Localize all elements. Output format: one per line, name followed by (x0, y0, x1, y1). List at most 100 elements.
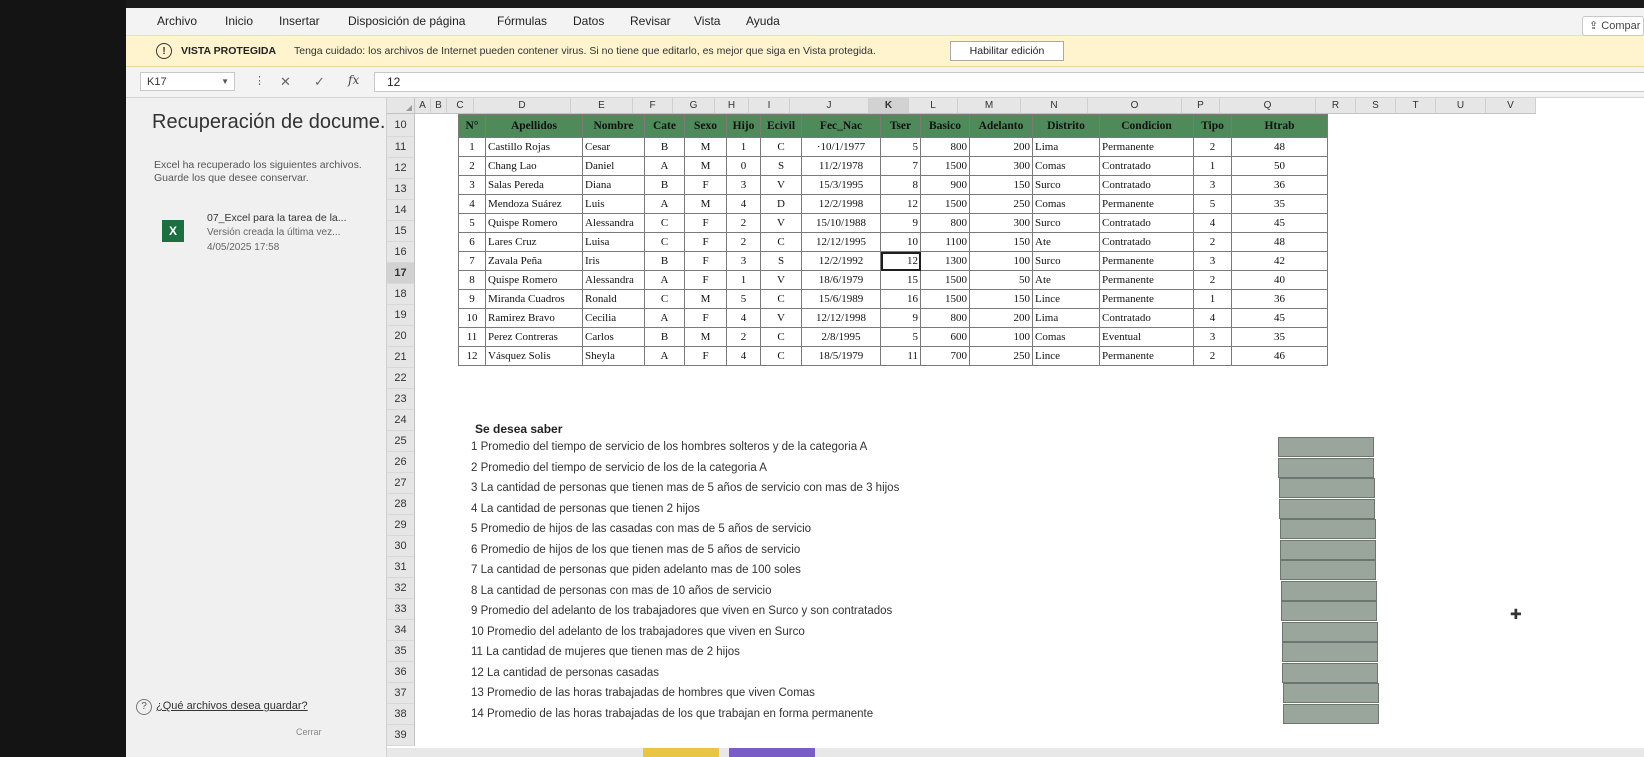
table-cell[interactable]: Salas Pereda (485, 175, 583, 195)
table-cell[interactable]: A (644, 270, 685, 290)
row-header-33[interactable]: 33 (387, 599, 415, 620)
table-header-cell[interactable]: Fec_Nac (801, 114, 881, 138)
table-cell[interactable]: 100 (969, 327, 1033, 347)
table-cell[interactable]: 800 (920, 213, 970, 233)
table-cell[interactable]: Luis (582, 194, 645, 214)
table-cell[interactable]: 2 (726, 232, 761, 252)
row-header-11[interactable]: 11 (387, 137, 415, 158)
column-header-t[interactable]: T (1396, 98, 1436, 114)
table-cell[interactable]: Vásquez Solis (485, 346, 583, 366)
table-cell[interactable]: Permanente (1099, 251, 1194, 271)
table-cell[interactable]: 18/5/1979 (801, 346, 881, 366)
column-header-b[interactable]: B (431, 98, 447, 114)
table-cell[interactable]: Ronald (582, 289, 645, 309)
table-cell[interactable]: F (684, 270, 727, 290)
table-cell[interactable]: F (684, 251, 727, 271)
table-cell[interactable]: 15/6/1989 (801, 289, 881, 309)
more-options-icon[interactable]: ⋮ (254, 74, 265, 87)
table-cell[interactable]: 200 (969, 308, 1033, 328)
select-all-corner[interactable] (387, 98, 415, 114)
tab-formulas[interactable]: Fórmulas (497, 14, 547, 28)
table-cell[interactable]: 9 (880, 308, 921, 328)
answer-cell[interactable] (1278, 437, 1374, 457)
table-cell[interactable]: C (760, 346, 802, 366)
table-cell[interactable]: 1100 (920, 232, 970, 252)
row-header-15[interactable]: 15 (387, 221, 415, 242)
table-cell[interactable]: 700 (920, 346, 970, 366)
table-cell[interactable]: 5 (880, 137, 921, 157)
table-cell[interactable]: Ramirez Bravo (485, 308, 583, 328)
row-header-37[interactable]: 37 (387, 683, 415, 704)
table-cell[interactable]: 900 (920, 175, 970, 195)
table-cell[interactable]: C (644, 232, 685, 252)
table-cell[interactable]: Castillo Rojas (485, 137, 583, 157)
table-cell[interactable]: 11 (458, 327, 486, 347)
table-cell[interactable]: F (684, 346, 727, 366)
table-cell[interactable]: 1500 (920, 289, 970, 309)
table-cell[interactable]: 800 (920, 308, 970, 328)
table-cell[interactable]: Cecilia (582, 308, 645, 328)
table-cell[interactable]: C (644, 213, 685, 233)
tab-vista[interactable]: Vista (694, 14, 720, 28)
table-cell[interactable]: Alessandra (582, 213, 645, 233)
table-cell[interactable]: C (760, 137, 802, 157)
table-header-cell[interactable]: Distrito (1032, 114, 1100, 138)
table-cell[interactable]: 36 (1231, 175, 1328, 195)
table-cell[interactable]: 5 (1193, 194, 1232, 214)
table-cell[interactable]: 45 (1231, 308, 1328, 328)
table-header-cell[interactable]: Condicion (1099, 114, 1194, 138)
table-cell[interactable]: Comas (1032, 194, 1100, 214)
table-cell[interactable]: Luisa (582, 232, 645, 252)
row-header-34[interactable]: 34 (387, 620, 415, 641)
column-header-a[interactable]: A (415, 98, 431, 114)
table-cell[interactable]: Comas (1032, 327, 1100, 347)
tab-ayuda[interactable]: Ayuda (746, 14, 780, 28)
table-cell[interactable]: Lince (1032, 289, 1100, 309)
table-cell[interactable]: 50 (969, 270, 1033, 290)
answer-cell[interactable] (1281, 621, 1378, 642)
table-cell[interactable]: 3 (726, 251, 761, 271)
table-cell[interactable]: 2 (1193, 346, 1232, 366)
table-cell[interactable]: 4 (1193, 213, 1232, 233)
table-cell[interactable]: 8 (880, 175, 921, 195)
table-cell[interactable]: 40 (1231, 270, 1328, 290)
table-cell[interactable]: 9 (458, 289, 486, 309)
column-header-s[interactable]: S (1356, 98, 1396, 114)
table-cell[interactable]: F (684, 175, 727, 195)
tab-disposicion[interactable]: Disposición de página (348, 14, 465, 28)
table-cell[interactable]: 100 (969, 251, 1033, 271)
table-cell[interactable]: Sheyla (582, 346, 645, 366)
column-header-o[interactable]: O (1088, 98, 1182, 114)
table-header-cell[interactable]: Hijo (726, 114, 761, 138)
table-cell[interactable]: 150 (969, 289, 1033, 309)
table-cell[interactable]: 12/12/1995 (801, 232, 881, 252)
table-cell[interactable]: 9 (880, 213, 921, 233)
tab-archivo[interactable]: Archivo (157, 14, 197, 28)
table-cell[interactable]: 600 (920, 327, 970, 347)
enable-editing-button[interactable]: Habilitar edición (950, 41, 1064, 61)
answer-cell[interactable] (1282, 683, 1379, 703)
table-cell[interactable]: 1 (458, 137, 486, 157)
table-cell[interactable]: Daniel (582, 156, 645, 176)
insert-function-icon[interactable]: fx (348, 73, 359, 87)
table-cell[interactable]: 12 (458, 346, 486, 366)
table-cell[interactable]: Contratado (1099, 156, 1194, 176)
table-cell[interactable]: M (684, 156, 727, 176)
table-cell[interactable]: 15 (880, 270, 921, 290)
tab-insertar[interactable]: Insertar (279, 14, 320, 28)
answer-cell[interactable] (1283, 703, 1380, 724)
table-cell[interactable]: 4 (726, 308, 761, 328)
answer-cell[interactable] (1280, 539, 1376, 560)
table-cell[interactable]: D (760, 194, 802, 214)
table-cell[interactable]: C (760, 232, 802, 252)
table-cell[interactable]: 36 (1231, 289, 1328, 309)
table-cell[interactable]: 800 (920, 137, 970, 157)
table-header-cell[interactable]: Sexo (684, 114, 727, 138)
answer-cell[interactable] (1278, 457, 1375, 478)
column-header-l[interactable]: L (909, 98, 958, 114)
table-cell[interactable]: 15/10/1988 (801, 213, 881, 233)
table-cell[interactable]: 8 (458, 270, 486, 290)
table-cell[interactable]: Contratado (1099, 308, 1194, 328)
row-header-32[interactable]: 32 (387, 578, 415, 599)
row-header-30[interactable]: 30 (387, 536, 415, 557)
